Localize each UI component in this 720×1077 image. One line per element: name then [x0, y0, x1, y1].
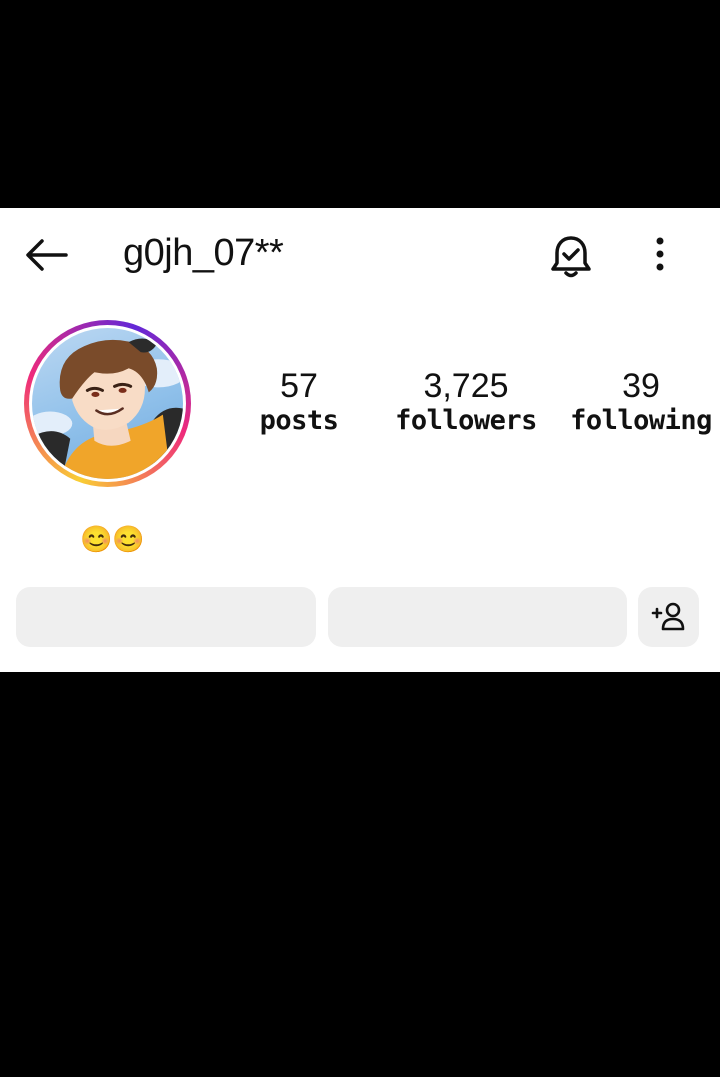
following-label: following — [570, 405, 712, 436]
avatar-story-ring[interactable] — [24, 320, 191, 487]
profile-username: g0jh_07** — [123, 232, 284, 274]
back-button[interactable] — [22, 230, 72, 280]
notification-button[interactable] — [548, 232, 594, 282]
profile-panel: g0jh_07** 57 posts 3,725 followers 39 fo… — [0, 208, 720, 672]
followers-count: 3,725 — [423, 367, 509, 405]
more-vertical-icon — [656, 237, 664, 271]
following-stat[interactable]: 39 following — [568, 366, 714, 436]
add-user-button[interactable] — [638, 587, 699, 647]
profile-header: g0jh_07** — [0, 208, 720, 298]
arrow-left-icon — [26, 239, 68, 271]
follow-button[interactable] — [16, 587, 316, 647]
profile-bio: 😊😊 — [80, 524, 145, 554]
followers-label: followers — [395, 405, 537, 436]
bell-check-icon — [551, 236, 591, 278]
add-person-icon — [651, 602, 684, 631]
following-count: 39 — [622, 367, 660, 405]
message-button[interactable] — [328, 587, 627, 647]
followers-stat[interactable]: 3,725 followers — [393, 366, 539, 436]
avatar-border — [29, 325, 186, 482]
anime-character-avatar — [32, 338, 183, 479]
posts-count: 57 — [280, 367, 318, 405]
posts-label: posts — [259, 405, 339, 436]
posts-stat[interactable]: 57 posts — [258, 366, 340, 436]
avatar — [32, 328, 183, 479]
more-options-button[interactable] — [642, 232, 678, 282]
